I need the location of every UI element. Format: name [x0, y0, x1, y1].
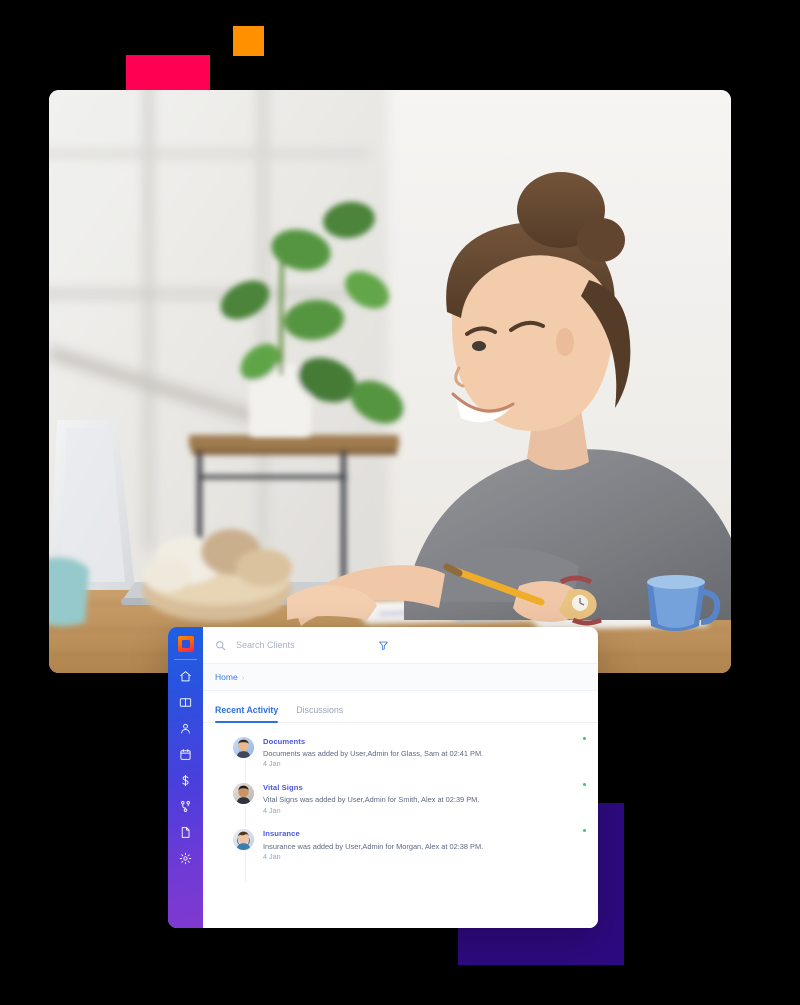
gear-icon [179, 852, 192, 865]
hero-photo [49, 90, 731, 673]
list-item-date: 4 Jan [263, 851, 281, 861]
tab-recent-activity[interactable]: Recent Activity [215, 705, 279, 723]
list-item-title[interactable]: Insurance [263, 829, 483, 839]
sidebar-item-home[interactable] [176, 669, 196, 684]
list-item-body: Insurance Insurance was added by User,Ad… [263, 829, 483, 862]
tab-discussions[interactable]: Discussions [296, 705, 343, 722]
avatar [233, 829, 254, 851]
avatar [233, 737, 254, 758]
status-dot [582, 828, 587, 834]
list-item-title[interactable]: Vital Signs [263, 783, 479, 793]
sidebar-item-calendar[interactable] [176, 747, 196, 762]
list-item[interactable]: Vital Signs Vital Signs was added by Use… [233, 782, 587, 816]
filter-icon[interactable] [378, 640, 389, 651]
sidebar-item-library[interactable] [176, 695, 196, 710]
calendar-icon [179, 748, 192, 761]
app-window: Home › Recent Activity Discussions [168, 627, 598, 928]
app-content: Recent Activity Discussions Documents Do… [203, 691, 598, 928]
workflow-icon [179, 800, 192, 813]
book-icon [179, 696, 192, 709]
breadcrumb: Home › [203, 664, 598, 691]
app-topbar [203, 627, 598, 664]
list-item-description: Vital Signs was added by User,Admin for … [263, 795, 480, 805]
list-item-description: Documents was added by User,Admin for Gl… [263, 749, 484, 759]
list-item-body: Vital Signs Vital Signs was added by Use… [263, 783, 479, 816]
list-item-description: Insurance was added by User,Admin for Mo… [263, 841, 484, 851]
tab-list: Recent Activity Discussions [215, 691, 586, 723]
app-logo[interactable] [177, 636, 194, 652]
breadcrumb-item-home[interactable]: Home [215, 672, 238, 682]
search-icon [215, 640, 226, 651]
status-dot [582, 736, 587, 741]
list-item-date: 4 Jan [263, 805, 281, 815]
document-icon [179, 826, 192, 839]
home-icon [179, 670, 192, 683]
status-dot [582, 782, 587, 788]
activity-list: Documents Documents was added by User,Ad… [215, 723, 587, 883]
app-main: Home › Recent Activity Discussions [203, 627, 598, 928]
chevron-right-icon: › [241, 672, 245, 682]
list-item-title[interactable]: Documents [263, 737, 483, 747]
user-icon [179, 722, 192, 735]
sidebar-nav [176, 669, 196, 866]
list-item[interactable]: Insurance Insurance was added by User,Ad… [233, 828, 587, 862]
list-item-date: 4 Jan [263, 759, 281, 769]
sidebar-item-settings[interactable] [176, 851, 196, 866]
sidebar-item-documents[interactable] [176, 825, 196, 840]
app-sidebar [168, 627, 203, 928]
list-item-body: Documents Documents was added by User,Ad… [263, 737, 483, 770]
dollar-icon [179, 774, 192, 787]
orange-square [233, 26, 264, 56]
search-input[interactable] [236, 640, 356, 650]
sidebar-item-billing[interactable] [176, 773, 196, 788]
sidebar-item-workflows[interactable] [176, 799, 196, 814]
sidebar-item-clients[interactable] [176, 721, 196, 736]
list-item[interactable]: Documents Documents was added by User,Ad… [233, 736, 587, 770]
sidebar-divider [174, 659, 197, 660]
avatar [233, 783, 254, 805]
hero-stage: Home › Recent Activity Discussions [0, 0, 800, 1005]
